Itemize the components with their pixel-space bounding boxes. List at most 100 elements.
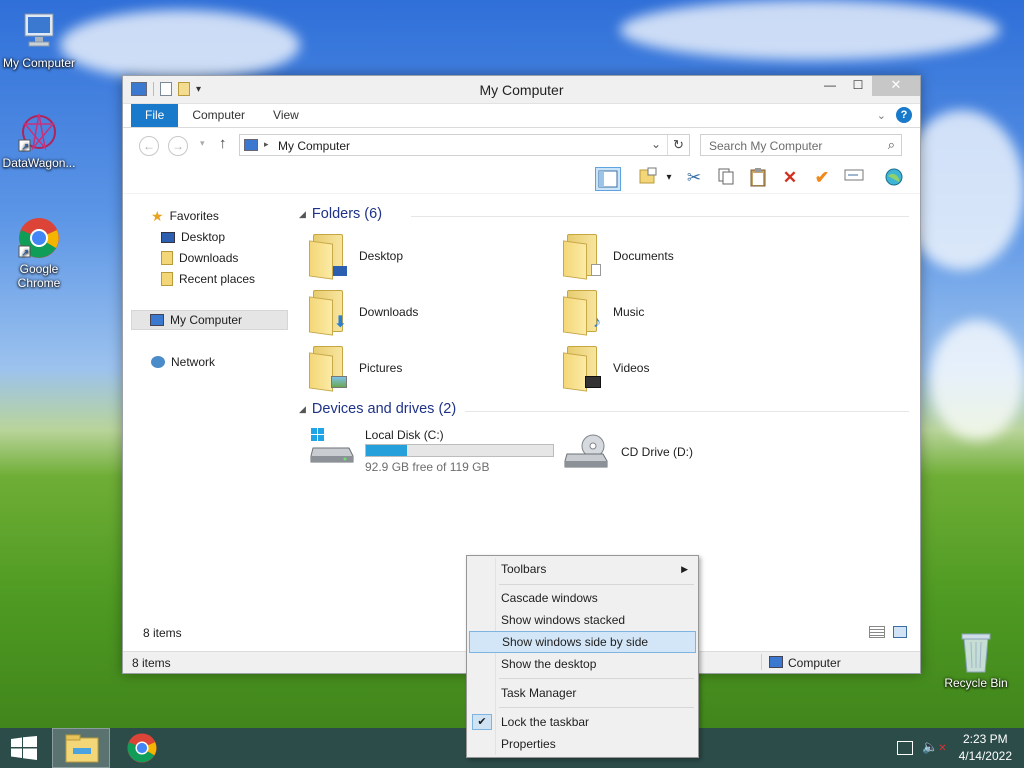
taskbar-explorer-button[interactable] bbox=[52, 728, 110, 768]
menu-item-label: Cascade windows bbox=[501, 591, 598, 605]
details-view-icon[interactable] bbox=[869, 626, 885, 638]
nav-label: Recent places bbox=[179, 272, 256, 286]
close-button[interactable]: ✕ bbox=[872, 76, 920, 96]
address-dropdown-icon[interactable]: ⌄ bbox=[651, 137, 661, 151]
globe-icon[interactable] bbox=[881, 167, 907, 191]
folder-icon bbox=[309, 344, 347, 392]
desktop-icon-label: DataWagon... bbox=[2, 156, 76, 170]
items-count: 8 items bbox=[143, 626, 182, 640]
expand-ribbon-icon[interactable]: ⌄ bbox=[877, 109, 886, 122]
search-icon: ⌕ bbox=[887, 137, 895, 152]
address-row: ← → ▾ ↑ ▸ My Computer ⌄ ↻ Search My Comp… bbox=[123, 128, 920, 162]
tab-file[interactable]: File bbox=[131, 104, 179, 127]
menu-item-label: Show windows side by side bbox=[502, 635, 649, 649]
nav-label: Network bbox=[171, 355, 216, 369]
desktop-icon-recycle-bin[interactable]: Recycle Bin bbox=[936, 630, 1016, 690]
drive-local-disk-c[interactable]: Local Disk (C:) 92.9 GB free of 119 GB bbox=[309, 428, 554, 474]
tab-view[interactable]: View bbox=[259, 104, 313, 127]
network-tray-icon[interactable] bbox=[897, 741, 913, 755]
up-button[interactable]: ↑ bbox=[219, 135, 227, 152]
start-button[interactable] bbox=[10, 736, 38, 760]
nav-downloads[interactable]: Downloads bbox=[161, 248, 238, 268]
folder-icon bbox=[563, 344, 601, 392]
star-icon: ★ bbox=[151, 208, 164, 224]
nav-favorites[interactable]: ★ Favorites bbox=[151, 206, 219, 226]
divider bbox=[411, 216, 909, 217]
search-input[interactable]: Search My Computer ⌕ bbox=[700, 134, 902, 156]
menu-item-cascade-windows[interactable]: Cascade windows bbox=[469, 587, 696, 609]
menu-separator bbox=[499, 678, 694, 679]
folder-icon: ⬇ bbox=[309, 288, 347, 336]
forward-button[interactable]: → bbox=[168, 136, 188, 156]
menu-item-properties[interactable]: Properties bbox=[469, 733, 696, 755]
volume-muted-icon[interactable]: 🔈✕ bbox=[922, 739, 947, 755]
drive-details: Local Disk (C:) 92.9 GB free of 119 GB bbox=[365, 428, 554, 474]
nav-label: Downloads bbox=[179, 251, 239, 265]
address-bar[interactable]: ▸ My Computer ⌄ ↻ bbox=[239, 134, 690, 156]
cloud bbox=[60, 10, 300, 80]
nav-label: My Computer bbox=[170, 313, 243, 327]
drive-cd-d[interactable]: CD Drive (D:) bbox=[563, 434, 693, 470]
minimize-button[interactable]: — bbox=[816, 76, 844, 96]
desktop-icon-google-chrome[interactable]: ↗ Google Chrome bbox=[0, 216, 78, 290]
address-text: My Computer bbox=[278, 139, 351, 153]
menu-item-show-windows-side-by-side[interactable]: Show windows side by side bbox=[469, 631, 696, 653]
menu-item-label: Lock the taskbar bbox=[501, 715, 590, 729]
delete-icon[interactable]: ✕ bbox=[777, 167, 803, 191]
recent-locations-icon[interactable]: ▾ bbox=[200, 138, 205, 149]
drives-group-header[interactable]: ◢ Devices and drives (2) bbox=[299, 401, 456, 417]
computer-icon bbox=[769, 656, 783, 668]
desktop-icon-datawagon[interactable]: ↗ DataWagon... bbox=[0, 110, 78, 170]
menu-item-show-windows-stacked[interactable]: Show windows stacked bbox=[469, 609, 696, 631]
desktop-icon-label: My Computer bbox=[2, 56, 76, 70]
ribbon-right: ⌄ ? bbox=[877, 107, 912, 123]
maximize-button[interactable]: ☐ bbox=[844, 76, 872, 96]
title-bar[interactable]: ▾ My Computer — ☐ ✕ bbox=[123, 76, 920, 104]
nav-network[interactable]: Network bbox=[151, 352, 215, 372]
cloud bbox=[930, 320, 1024, 440]
folder-desktop[interactable]: Desktop bbox=[309, 232, 403, 280]
folder-label: Downloads bbox=[359, 305, 419, 319]
help-icon[interactable]: ? bbox=[896, 107, 912, 123]
clock[interactable]: 2:23 PM 4/14/2022 bbox=[959, 732, 1012, 763]
status-items: 8 items bbox=[132, 656, 171, 670]
dropdown-arrow-icon[interactable]: ▾ bbox=[663, 167, 675, 191]
preview-pane-button[interactable] bbox=[595, 167, 621, 191]
refresh-icon[interactable]: ↻ bbox=[667, 135, 689, 155]
cut-icon[interactable]: ✂ bbox=[681, 167, 707, 191]
folder-label: Pictures bbox=[359, 361, 403, 375]
back-button[interactable]: ← bbox=[139, 136, 159, 156]
status-location: Computer bbox=[788, 656, 841, 670]
folder-downloads[interactable]: ⬇ Downloads bbox=[309, 288, 418, 336]
recent-places-icon bbox=[161, 272, 173, 286]
tab-computer[interactable]: Computer bbox=[178, 104, 259, 127]
menu-item-toolbars[interactable]: Toolbars ▶ bbox=[469, 558, 696, 580]
folder-label: Music bbox=[613, 305, 645, 319]
rename-icon[interactable] bbox=[841, 167, 867, 191]
large-icons-view-icon[interactable] bbox=[893, 626, 907, 638]
content-pane: ◢ Folders (6) Desktop Documents ⬇ Downlo… bbox=[293, 196, 913, 611]
folders-group-header[interactable]: ◢ Folders (6) bbox=[299, 206, 382, 222]
folder-label: Documents bbox=[613, 249, 674, 263]
window-title: My Computer bbox=[479, 82, 564, 98]
folder-label: Videos bbox=[613, 361, 650, 375]
menu-item-lock-the-taskbar[interactable]: ✔ Lock the taskbar bbox=[469, 711, 696, 733]
desktop-icon-my-computer[interactable]: My Computer bbox=[0, 10, 78, 70]
nav-my-computer[interactable]: My Computer bbox=[131, 310, 288, 330]
paste-icon[interactable] bbox=[745, 167, 771, 191]
menu-item-show-the-desktop[interactable]: Show the desktop bbox=[469, 653, 696, 675]
folder-documents[interactable]: Documents bbox=[563, 232, 674, 280]
folder-videos[interactable]: Videos bbox=[563, 344, 649, 392]
nav-desktop[interactable]: Desktop bbox=[161, 227, 225, 247]
desktop-icon bbox=[161, 231, 175, 243]
taskbar-chrome-button[interactable] bbox=[126, 732, 160, 764]
open-folder-icon[interactable] bbox=[635, 167, 661, 191]
hard-drive-icon bbox=[309, 428, 355, 466]
folder-pictures[interactable]: Pictures bbox=[309, 344, 402, 392]
menu-item-task-manager[interactable]: Task Manager bbox=[469, 682, 696, 704]
nav-recent-places[interactable]: Recent places bbox=[161, 269, 255, 289]
folder-music[interactable]: ♪ Music bbox=[563, 288, 644, 336]
copy-icon[interactable] bbox=[713, 167, 739, 191]
checkmark-icon[interactable]: ✔ bbox=[809, 167, 835, 191]
recycle-bin-icon bbox=[954, 630, 998, 674]
